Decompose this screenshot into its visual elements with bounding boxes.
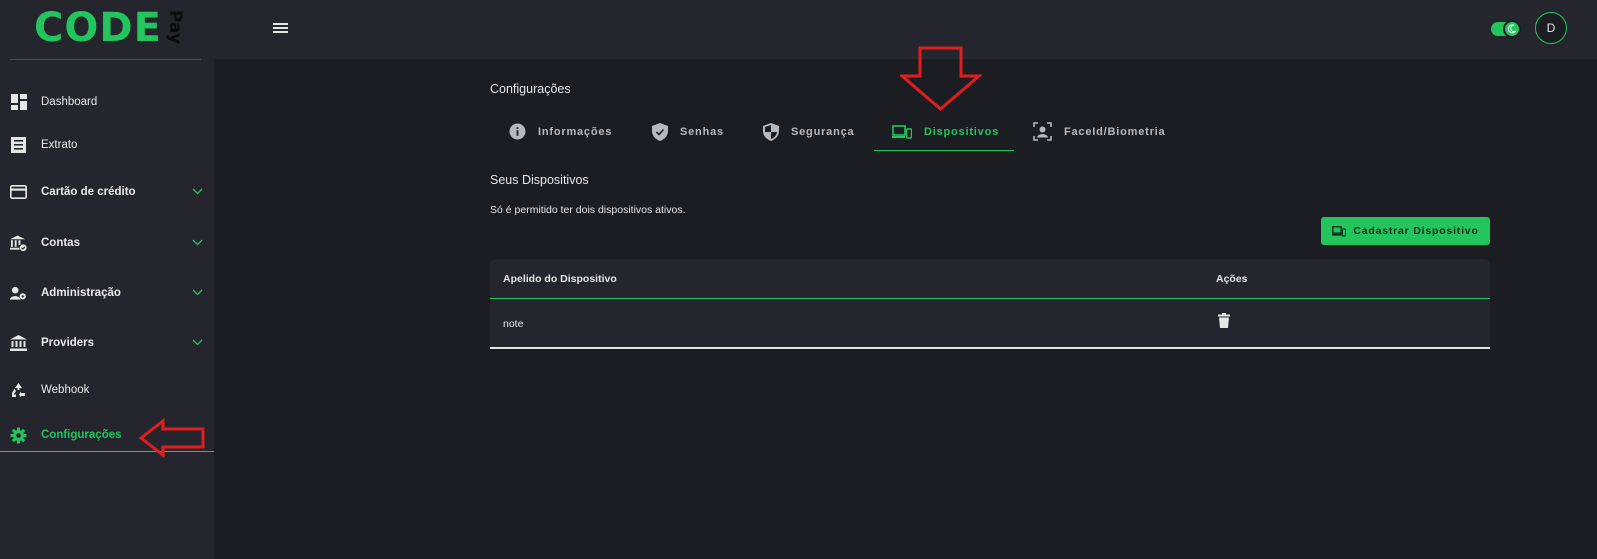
brand-logo[interactable]: CODE Pay <box>34 6 196 50</box>
section-description: Só é permitido ter dois dispositivos ati… <box>490 204 686 216</box>
sidebar-item-label: Configurações <box>41 429 122 441</box>
bank-icon <box>10 335 27 352</box>
sidebar-item-administracao[interactable]: Administração <box>0 273 214 313</box>
brand-suffix: Pay <box>164 10 185 45</box>
tab-label: Senhas <box>680 125 724 138</box>
section-title: Seus Dispositivos <box>490 173 589 187</box>
device-nickname: note <box>503 318 524 330</box>
tab-label: Segurança <box>791 125 855 138</box>
user-gear-icon <box>10 285 27 302</box>
sidebar-item-label: Cartão de crédito <box>41 186 136 198</box>
bank-check-icon <box>10 234 27 252</box>
brand-name: CODE <box>34 5 162 51</box>
chevron-down-icon[interactable] <box>192 287 203 299</box>
chevron-down-icon[interactable] <box>192 337 203 349</box>
moon-icon <box>1503 20 1521 38</box>
sidebar-item-dashboard[interactable]: Dashboard <box>0 82 214 122</box>
page-title: Configurações <box>490 82 571 96</box>
tab-senhas[interactable]: Senhas <box>652 112 724 151</box>
sidebar-item-label: Contas <box>41 237 80 249</box>
tab-label: FaceId/Biometria <box>1064 125 1166 138</box>
add-device-label: Cadastrar Dispositivo <box>1353 225 1479 237</box>
tab-faceid-biometria[interactable]: FaceId/Biometria <box>1033 112 1165 151</box>
dark-mode-toggle[interactable] <box>1491 20 1521 38</box>
sidebar-item-extrato[interactable]: Extrato <box>0 125 214 165</box>
gear-icon <box>10 427 27 444</box>
sidebar-divider <box>10 59 201 60</box>
hamburger-icon[interactable] <box>273 21 288 39</box>
devices-icon <box>1332 225 1347 237</box>
avatar[interactable]: D <box>1535 12 1567 44</box>
add-device-button[interactable]: Cadastrar Dispositivo <box>1321 217 1490 245</box>
row-divider <box>490 347 1490 349</box>
trash-icon[interactable] <box>1218 313 1230 333</box>
dashboard-icon <box>10 94 27 111</box>
header-divider <box>490 298 1490 299</box>
credit-card-icon <box>10 184 27 201</box>
active-tab-indicator <box>874 150 1014 151</box>
tab-informacoes[interactable]: Informações <box>509 112 612 151</box>
sidebar-item-label: Webhook <box>41 384 90 396</box>
tab-label: Dispositivos <box>924 125 1000 138</box>
tab-dispositivos[interactable]: Dispositivos <box>892 112 999 151</box>
sidebar-item-providers[interactable]: Providers <box>0 323 214 363</box>
tab-label: Informações <box>538 125 613 138</box>
shield-half-icon <box>763 122 779 141</box>
sidebar-item-label: Administração <box>41 287 121 299</box>
sidebar: CODE Pay Dashboard Extrato Cartão de cré… <box>0 0 214 559</box>
sidebar-item-label: Providers <box>41 337 95 349</box>
devices-table: Apelido do Dispositivo Ações note <box>490 259 1490 349</box>
sidebar-item-webhook[interactable]: Webhook <box>0 370 214 410</box>
annotation-arrow-left <box>138 417 207 463</box>
column-header-nickname: Apelido do Dispositivo <box>503 273 617 285</box>
shield-check-icon <box>652 122 668 141</box>
sidebar-item-label: Dashboard <box>41 96 98 108</box>
chevron-down-icon[interactable] <box>192 237 203 249</box>
face-scan-icon <box>1033 122 1052 141</box>
settings-tabs: Informações Senhas Segurança Dispositivo… <box>490 112 1190 152</box>
chevron-down-icon[interactable] <box>192 186 203 198</box>
recycle-icon <box>10 382 27 399</box>
info-icon <box>509 123 526 140</box>
annotation-arrow-down <box>897 46 984 117</box>
devices-icon <box>892 124 912 139</box>
sidebar-item-cartao[interactable]: Cartão de crédito <box>0 172 214 212</box>
tab-seguranca[interactable]: Segurança <box>763 112 854 151</box>
sidebar-item-label: Extrato <box>41 139 78 151</box>
sidebar-item-contas[interactable]: Contas <box>0 223 214 263</box>
statement-icon <box>10 137 27 154</box>
column-header-actions: Ações <box>1216 273 1248 285</box>
